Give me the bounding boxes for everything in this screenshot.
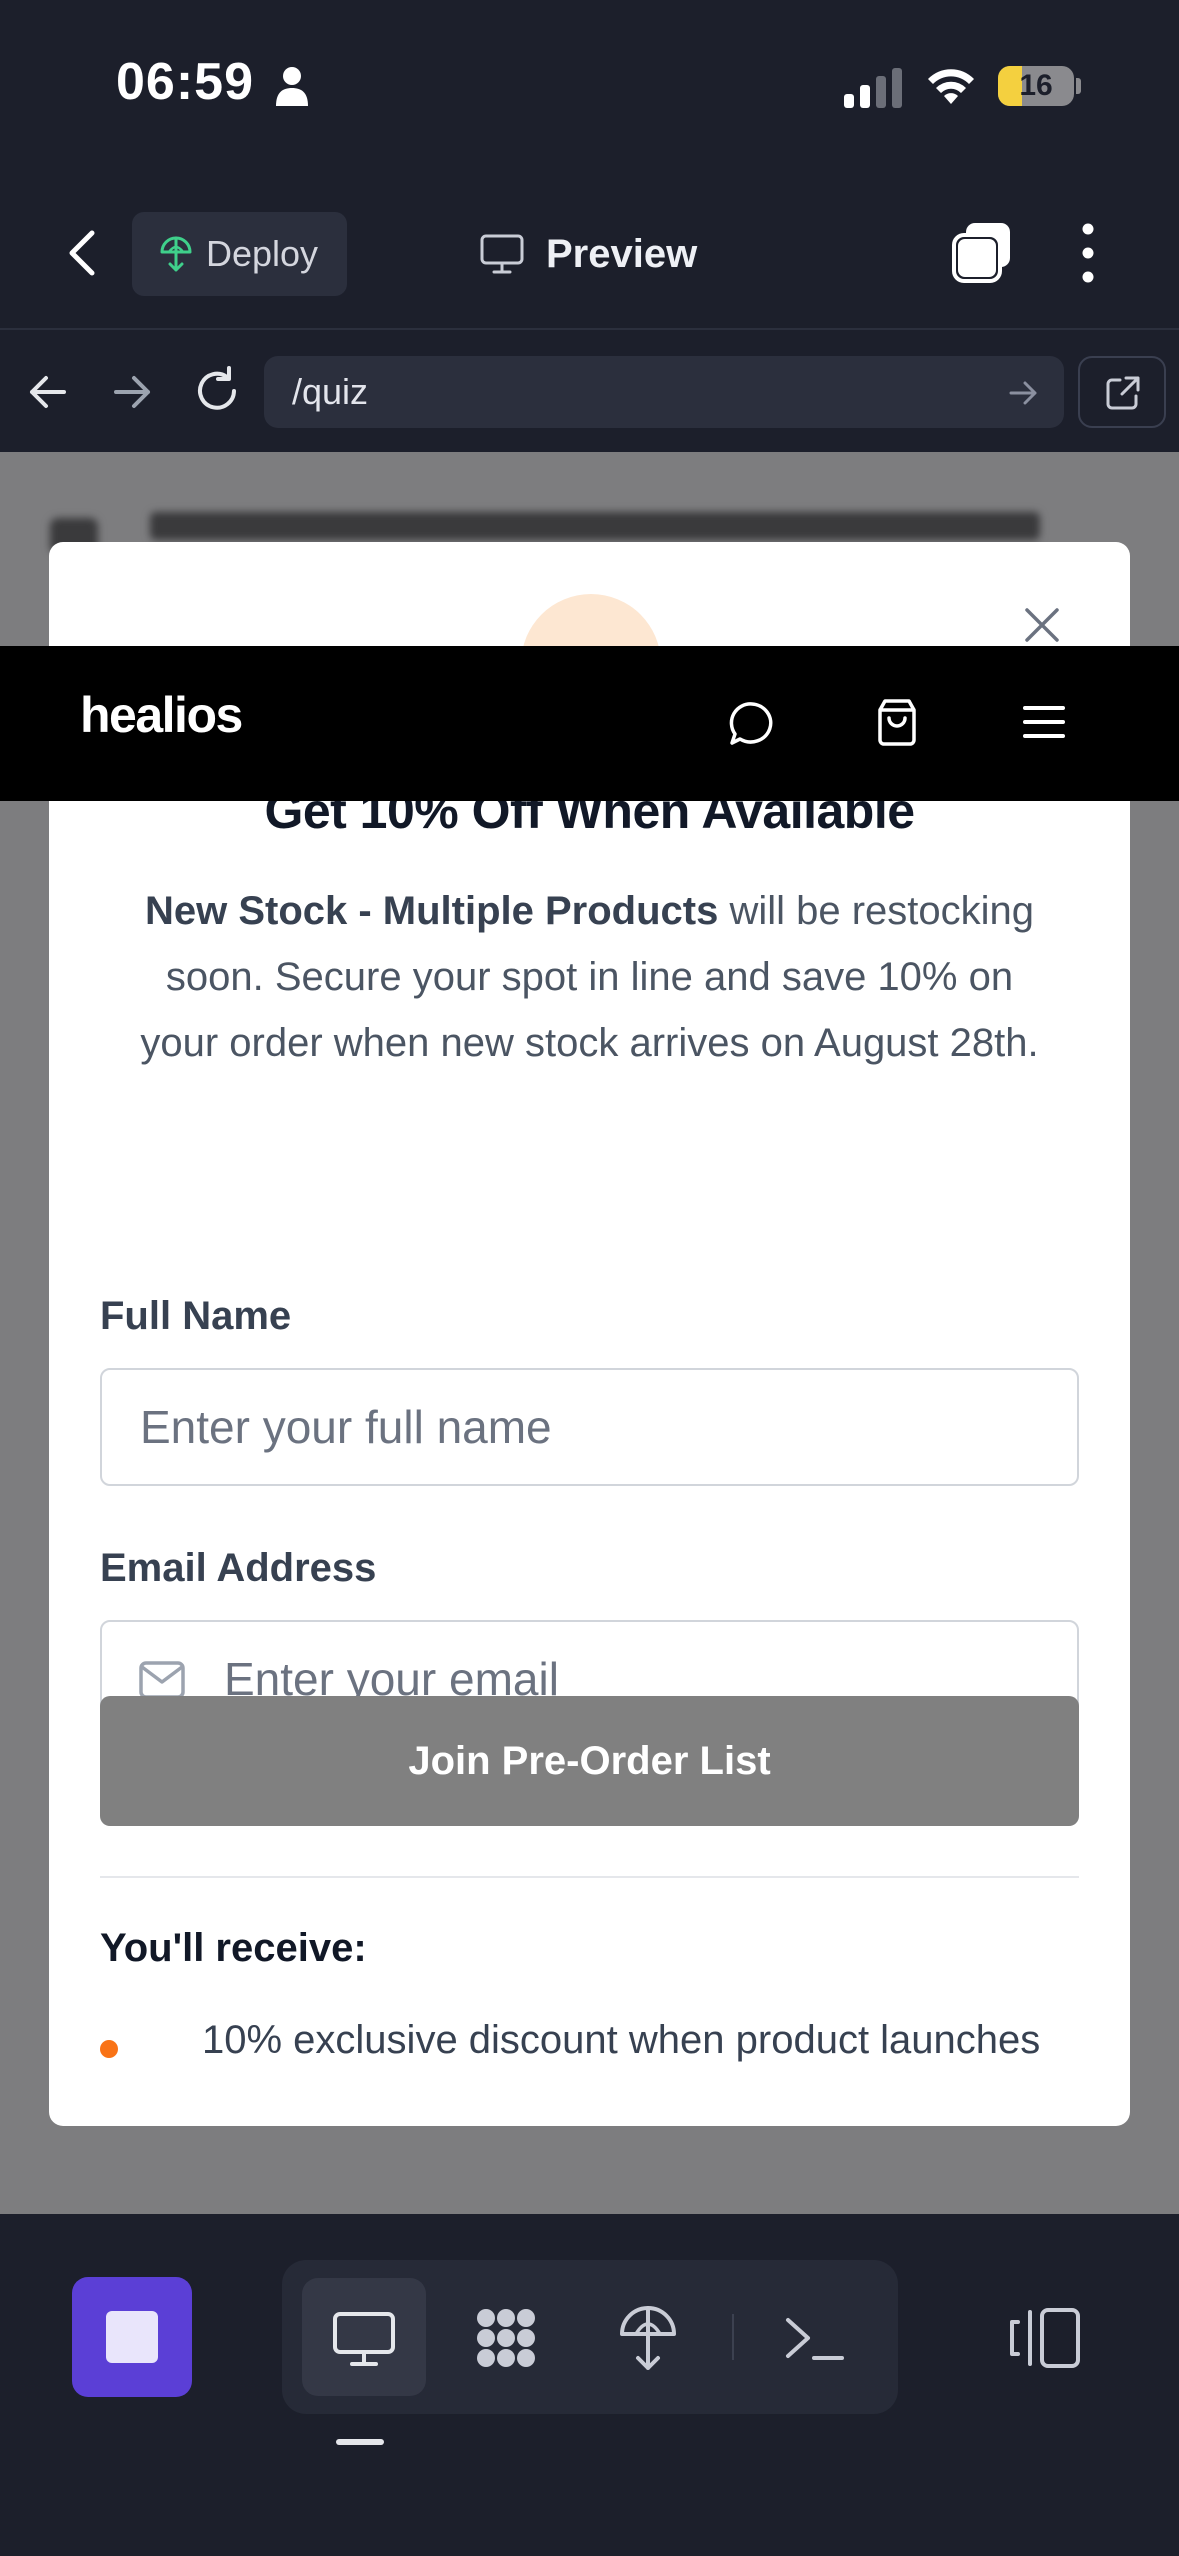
url-text: /quiz [292,371,369,412]
tab-integrations[interactable] [444,2278,568,2396]
arrow-left-icon[interactable] [26,370,70,414]
monitor-icon [480,234,524,274]
back-icon[interactable] [56,225,112,281]
full-name-input[interactable] [102,1370,1077,1484]
receive-heading: You'll receive: [100,1926,367,1970]
tab-preview[interactable] [302,2278,426,2396]
mode-switcher [282,2260,898,2414]
arrow-right-icon[interactable] [110,370,154,414]
divider [100,1876,1079,1878]
terminal-icon [786,2318,844,2360]
stop-button[interactable] [72,2277,192,2397]
battery-tip [1076,78,1081,94]
site-logo[interactable]: healios [80,686,243,744]
url-bar: /quiz [0,332,1179,452]
stop-icon [106,2311,158,2363]
external-link-icon [1106,376,1140,410]
tab-deploy[interactable] [586,2278,710,2396]
side-panel-icon[interactable] [1006,2306,1082,2370]
app-header: Deploy Preview [0,175,1179,330]
deploy-icon [160,236,192,272]
join-preorder-button[interactable]: Join Pre-Order List [100,1696,1079,1826]
reload-icon[interactable] [192,366,242,416]
site-nav: healios [0,646,1179,801]
shopping-bag-icon[interactable] [874,698,920,746]
full-name-field-box [100,1368,1079,1486]
benefit-item: 10% exclusive discount when product laun… [100,2018,1079,2078]
bullet-dot [100,2040,118,2058]
status-time: 06:59 [116,53,254,111]
tabs-icon[interactable] [950,221,1014,285]
benefit-text: 10% exclusive discount when product laun… [202,2018,1041,2062]
deploy-icon [620,2306,676,2370]
menu-icon[interactable] [1022,702,1066,742]
battery-level: 16 [1019,69,1053,102]
signal-icon [844,68,902,108]
go-arrow-icon[interactable] [1008,378,1038,408]
open-external-button[interactable] [1078,356,1166,428]
more-icon[interactable] [1068,219,1108,287]
deploy-button[interactable]: Deploy [132,212,347,296]
product-name: New Stock - Multiple Products [144,889,719,933]
mode-separator [732,2314,734,2360]
url-field[interactable]: /quiz [264,356,1064,428]
email-label: Email Address [100,1546,377,1590]
full-name-label: Full Name [100,1294,292,1338]
chat-icon[interactable] [728,700,776,748]
wifi-icon [928,69,974,104]
person-icon [276,67,308,106]
close-icon[interactable] [1021,604,1063,646]
status-bar: 06:59 16 [0,0,1179,175]
battery-icon: 16 [998,66,1074,106]
tab-console[interactable] [752,2278,876,2396]
active-tab-indicator [336,2439,384,2445]
preview-label: Preview [546,232,698,276]
bottom-toolbar [0,2214,1179,2556]
modal-description: New Stock - Multiple Products will be re… [129,878,1050,1076]
deploy-label: Deploy [206,233,319,274]
apps-icon [477,2309,535,2367]
desktop-icon [333,2312,395,2366]
